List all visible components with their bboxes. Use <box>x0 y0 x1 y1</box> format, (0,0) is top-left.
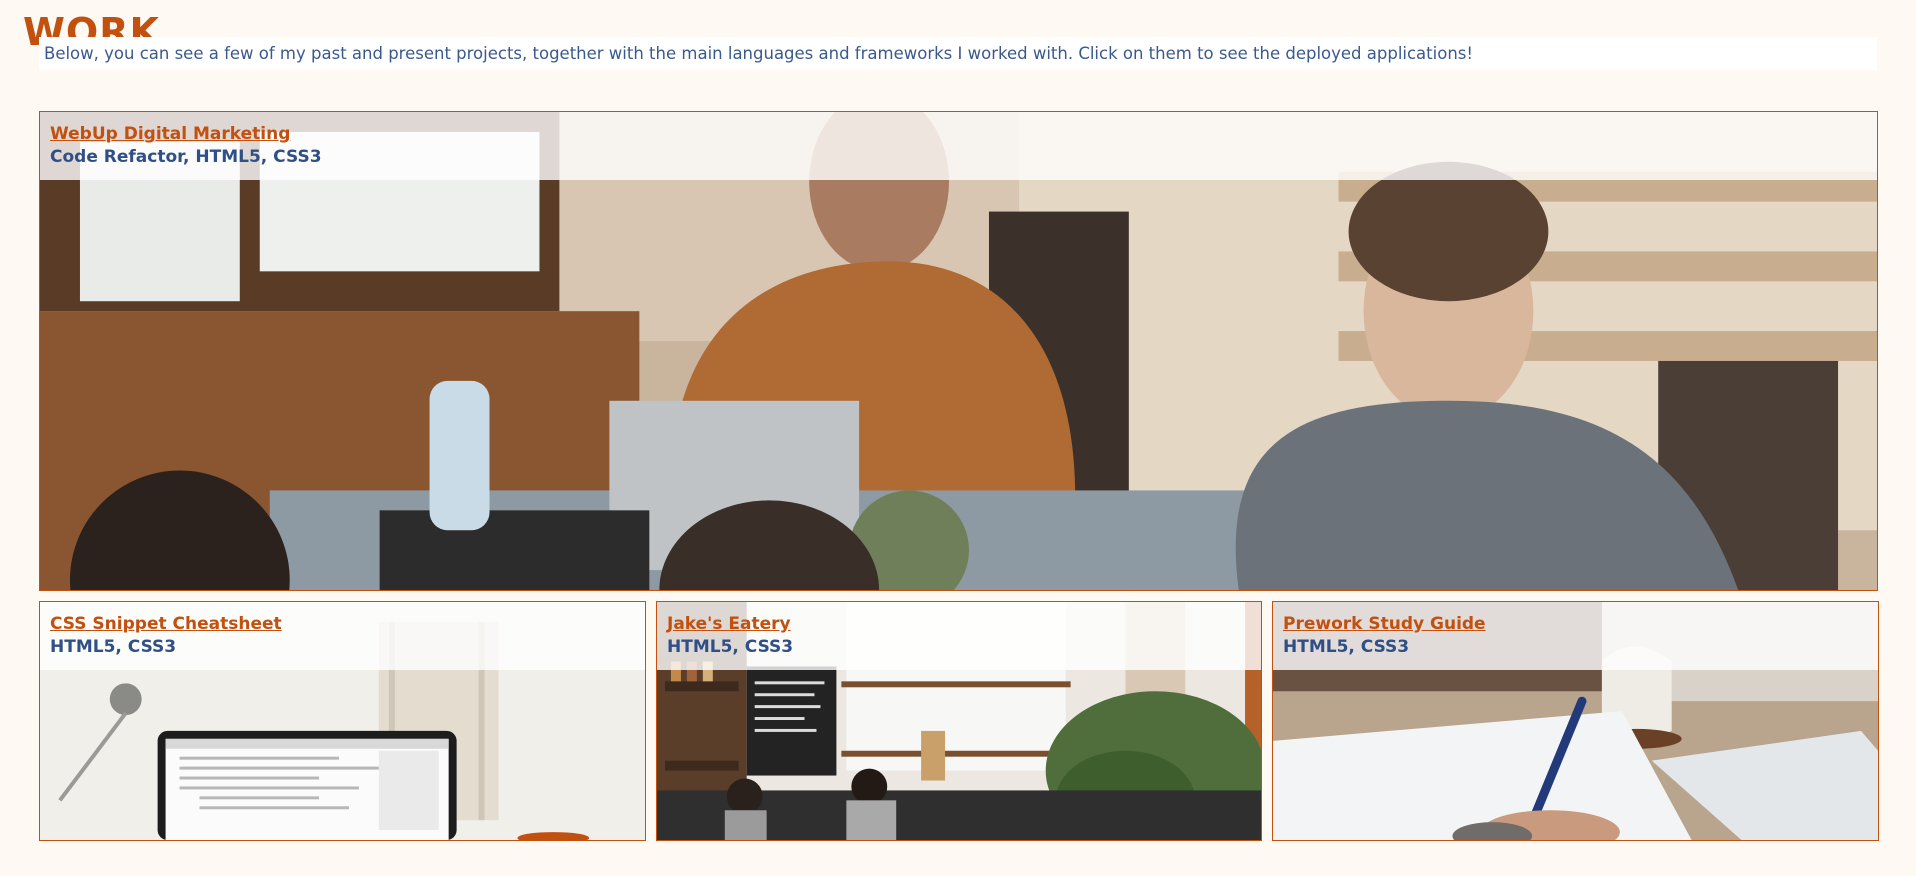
project-header: WebUp Digital Marketing Code Refactor, H… <box>40 112 1877 180</box>
project-header: Prework Study Guide HTML5, CSS3 <box>1273 602 1878 670</box>
project-tech: HTML5, CSS3 <box>50 637 177 657</box>
project-link[interactable]: Prework Study Guide <box>1283 613 1878 635</box>
project-card-css-snippet[interactable]: CSS Snippet Cheatsheet HTML5, CSS3 <box>39 601 646 841</box>
project-image <box>40 112 1877 590</box>
project-card-prework-study-guide[interactable]: Prework Study Guide HTML5, CSS3 <box>1272 601 1879 841</box>
intro-text: Below, you can see a few of my past and … <box>39 37 1877 70</box>
project-card-webup[interactable]: WebUp Digital Marketing Code Refactor, H… <box>39 111 1878 591</box>
project-header: CSS Snippet Cheatsheet HTML5, CSS3 <box>40 602 645 670</box>
project-tech: HTML5, CSS3 <box>667 637 794 657</box>
project-link[interactable]: Jake's Eatery <box>667 613 1261 635</box>
project-header: Jake's Eatery HTML5, CSS3 <box>657 602 1261 670</box>
project-card-jakes-eatery[interactable]: Jake's Eatery HTML5, CSS3 <box>656 601 1262 841</box>
project-tech: HTML5, CSS3 <box>1283 637 1410 657</box>
project-tech: Code Refactor, HTML5, CSS3 <box>50 147 322 167</box>
project-link[interactable]: CSS Snippet Cheatsheet <box>50 613 645 635</box>
project-link[interactable]: WebUp Digital Marketing <box>50 123 1877 145</box>
